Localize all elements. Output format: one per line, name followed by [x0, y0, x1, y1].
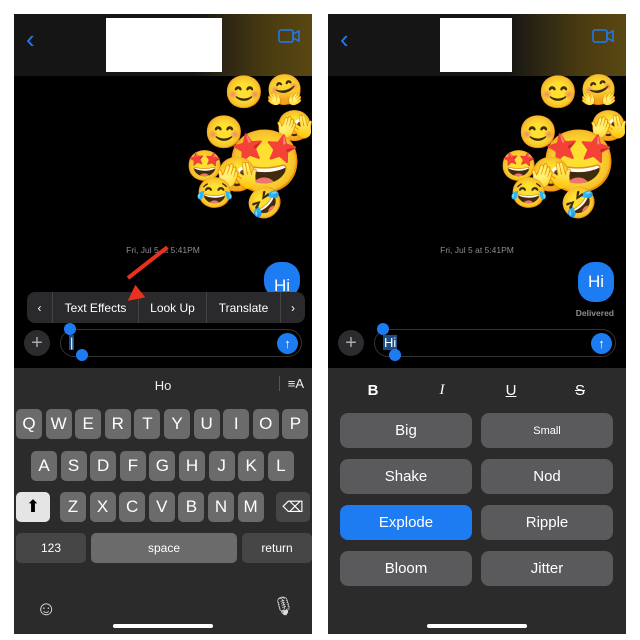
key-e[interactable]: E — [75, 409, 102, 439]
key-j[interactable]: J — [208, 451, 235, 481]
microphone-icon[interactable]: 🎙 — [272, 596, 295, 617]
effect-bloom-button[interactable]: Bloom — [340, 551, 472, 586]
emoji: 😊 — [224, 74, 264, 110]
delivered-status: Delivered — [575, 308, 614, 318]
menu-prev-button[interactable]: ‹ — [27, 292, 53, 323]
key-m[interactable]: M — [237, 492, 264, 522]
italic-button[interactable]: I — [427, 382, 457, 399]
effect-nod-button[interactable]: Nod — [481, 459, 613, 494]
emoji-keyboard-icon[interactable]: ☺ — [36, 598, 56, 621]
video-call-icon[interactable] — [592, 29, 614, 43]
key-a[interactable]: A — [31, 451, 57, 481]
selection-start-handle[interactable] — [64, 323, 76, 335]
return-key[interactable]: return — [242, 533, 312, 563]
key-u[interactable]: U — [193, 409, 220, 439]
message-input[interactable]: | ↑ — [60, 329, 302, 357]
key-n[interactable]: N — [208, 492, 234, 522]
key-t[interactable]: T — [134, 409, 161, 439]
emoji: 🤣 — [246, 187, 284, 220]
video-call-icon[interactable] — [278, 29, 300, 43]
message-input[interactable]: Hi ↑ — [374, 329, 616, 357]
key-o[interactable]: O — [252, 409, 279, 439]
key-i[interactable]: I — [223, 409, 250, 439]
emoji: 😊 — [538, 74, 578, 110]
key-h[interactable]: H — [179, 451, 205, 481]
selection-start-handle[interactable] — [377, 323, 389, 335]
right-screen: ‹ 😊 🤗 😊 🫣 🤩 🤩 🫣 😂 🤣 Fri, Jul 5 at 5:41PM Hi Deli… — [328, 14, 626, 634]
backspace-icon: ⌫ — [282, 499, 304, 516]
plus-button[interactable]: + — [24, 330, 50, 356]
key-l[interactable]: L — [267, 451, 294, 481]
effect-jitter-button[interactable]: Jitter — [481, 551, 613, 586]
shift-arrow-icon: ⬆ — [25, 497, 41, 516]
text-effects-panel: B I U S Big Small Shake Nod Explode Ripple Blo… — [328, 368, 626, 634]
key-w[interactable]: W — [45, 409, 72, 439]
keyboard: Ho ≡A ☺ 🎙 Q W E R T Y U I O P A S D F G H J K L ⬆ Z X C V B N M ⌫ 12… — [14, 368, 312, 634]
chat-header: ‹ — [14, 14, 312, 76]
effect-ripple-button[interactable]: Ripple — [481, 505, 613, 540]
plus-button[interactable]: + — [338, 330, 364, 356]
contact-name-redacted[interactable] — [106, 18, 222, 72]
key-d[interactable]: D — [90, 451, 117, 481]
chat-header: ‹ — [328, 14, 626, 76]
emoji: 🤗 — [580, 74, 618, 107]
menu-item-translate[interactable]: Translate — [207, 292, 281, 323]
text-format-icon[interactable]: ≡A — [278, 376, 304, 391]
numbers-key[interactable]: 123 — [16, 533, 86, 563]
send-arrow-icon[interactable]: ↑ — [277, 333, 298, 354]
key-p[interactable]: P — [282, 409, 309, 439]
space-key[interactable]: space — [91, 533, 237, 563]
key-r[interactable]: R — [104, 409, 131, 439]
underline-button[interactable]: U — [496, 382, 526, 399]
selected-text: | — [69, 335, 75, 350]
key-s[interactable]: S — [60, 451, 87, 481]
effect-big-button[interactable]: Big — [340, 413, 472, 448]
key-k[interactable]: K — [238, 451, 265, 481]
shift-key[interactable]: ⬆ — [16, 492, 50, 522]
menu-item-look-up[interactable]: Look Up — [139, 292, 207, 323]
home-indicator — [427, 624, 527, 628]
selected-text: Hi — [383, 335, 398, 350]
bold-button[interactable]: B — [358, 382, 388, 399]
sent-message-bubble[interactable]: Hi — [578, 262, 614, 302]
key-y[interactable]: Y — [164, 409, 190, 439]
selection-end-handle[interactable] — [76, 349, 88, 361]
edit-menu: ‹ Text Effects Look Up Translate › — [27, 292, 305, 323]
key-c[interactable]: C — [119, 492, 146, 522]
key-b[interactable]: B — [178, 492, 205, 522]
effect-shake-button[interactable]: Shake — [340, 459, 472, 494]
send-arrow-icon[interactable]: ↑ — [591, 333, 612, 354]
delete-key[interactable]: ⌫ — [276, 492, 310, 522]
suggestion-item[interactable]: Ho — [14, 378, 312, 393]
key-z[interactable]: Z — [60, 492, 86, 522]
key-q[interactable]: Q — [16, 409, 42, 439]
emoji: 🤗 — [266, 74, 304, 107]
selection-end-handle[interactable] — [389, 349, 401, 361]
strikethrough-button[interactable]: S — [565, 382, 595, 399]
back-chevron-icon[interactable]: ‹ — [26, 24, 35, 55]
key-g[interactable]: G — [149, 451, 176, 481]
timestamp: Fri, Jul 5 at 5:41PM — [440, 245, 514, 255]
contact-name-redacted[interactable] — [440, 18, 512, 72]
home-indicator — [113, 624, 213, 628]
emoji: 😂 — [510, 177, 548, 210]
key-f[interactable]: F — [119, 451, 146, 481]
menu-next-button[interactable]: › — [281, 292, 305, 323]
back-chevron-icon[interactable]: ‹ — [340, 24, 349, 55]
emoji: 🤣 — [560, 187, 598, 220]
key-x[interactable]: X — [89, 492, 116, 522]
emoji: 😂 — [196, 177, 234, 210]
effect-explode-button[interactable]: Explode — [340, 505, 472, 540]
left-screen: ‹ 😊🤗😊🫣🤩🤩🫣😂🤣 Fri, Jul 5 at 5:41PM Hi ‹ Te… — [14, 14, 312, 634]
key-v[interactable]: V — [148, 492, 175, 522]
effect-small-button[interactable]: Small — [481, 413, 613, 448]
